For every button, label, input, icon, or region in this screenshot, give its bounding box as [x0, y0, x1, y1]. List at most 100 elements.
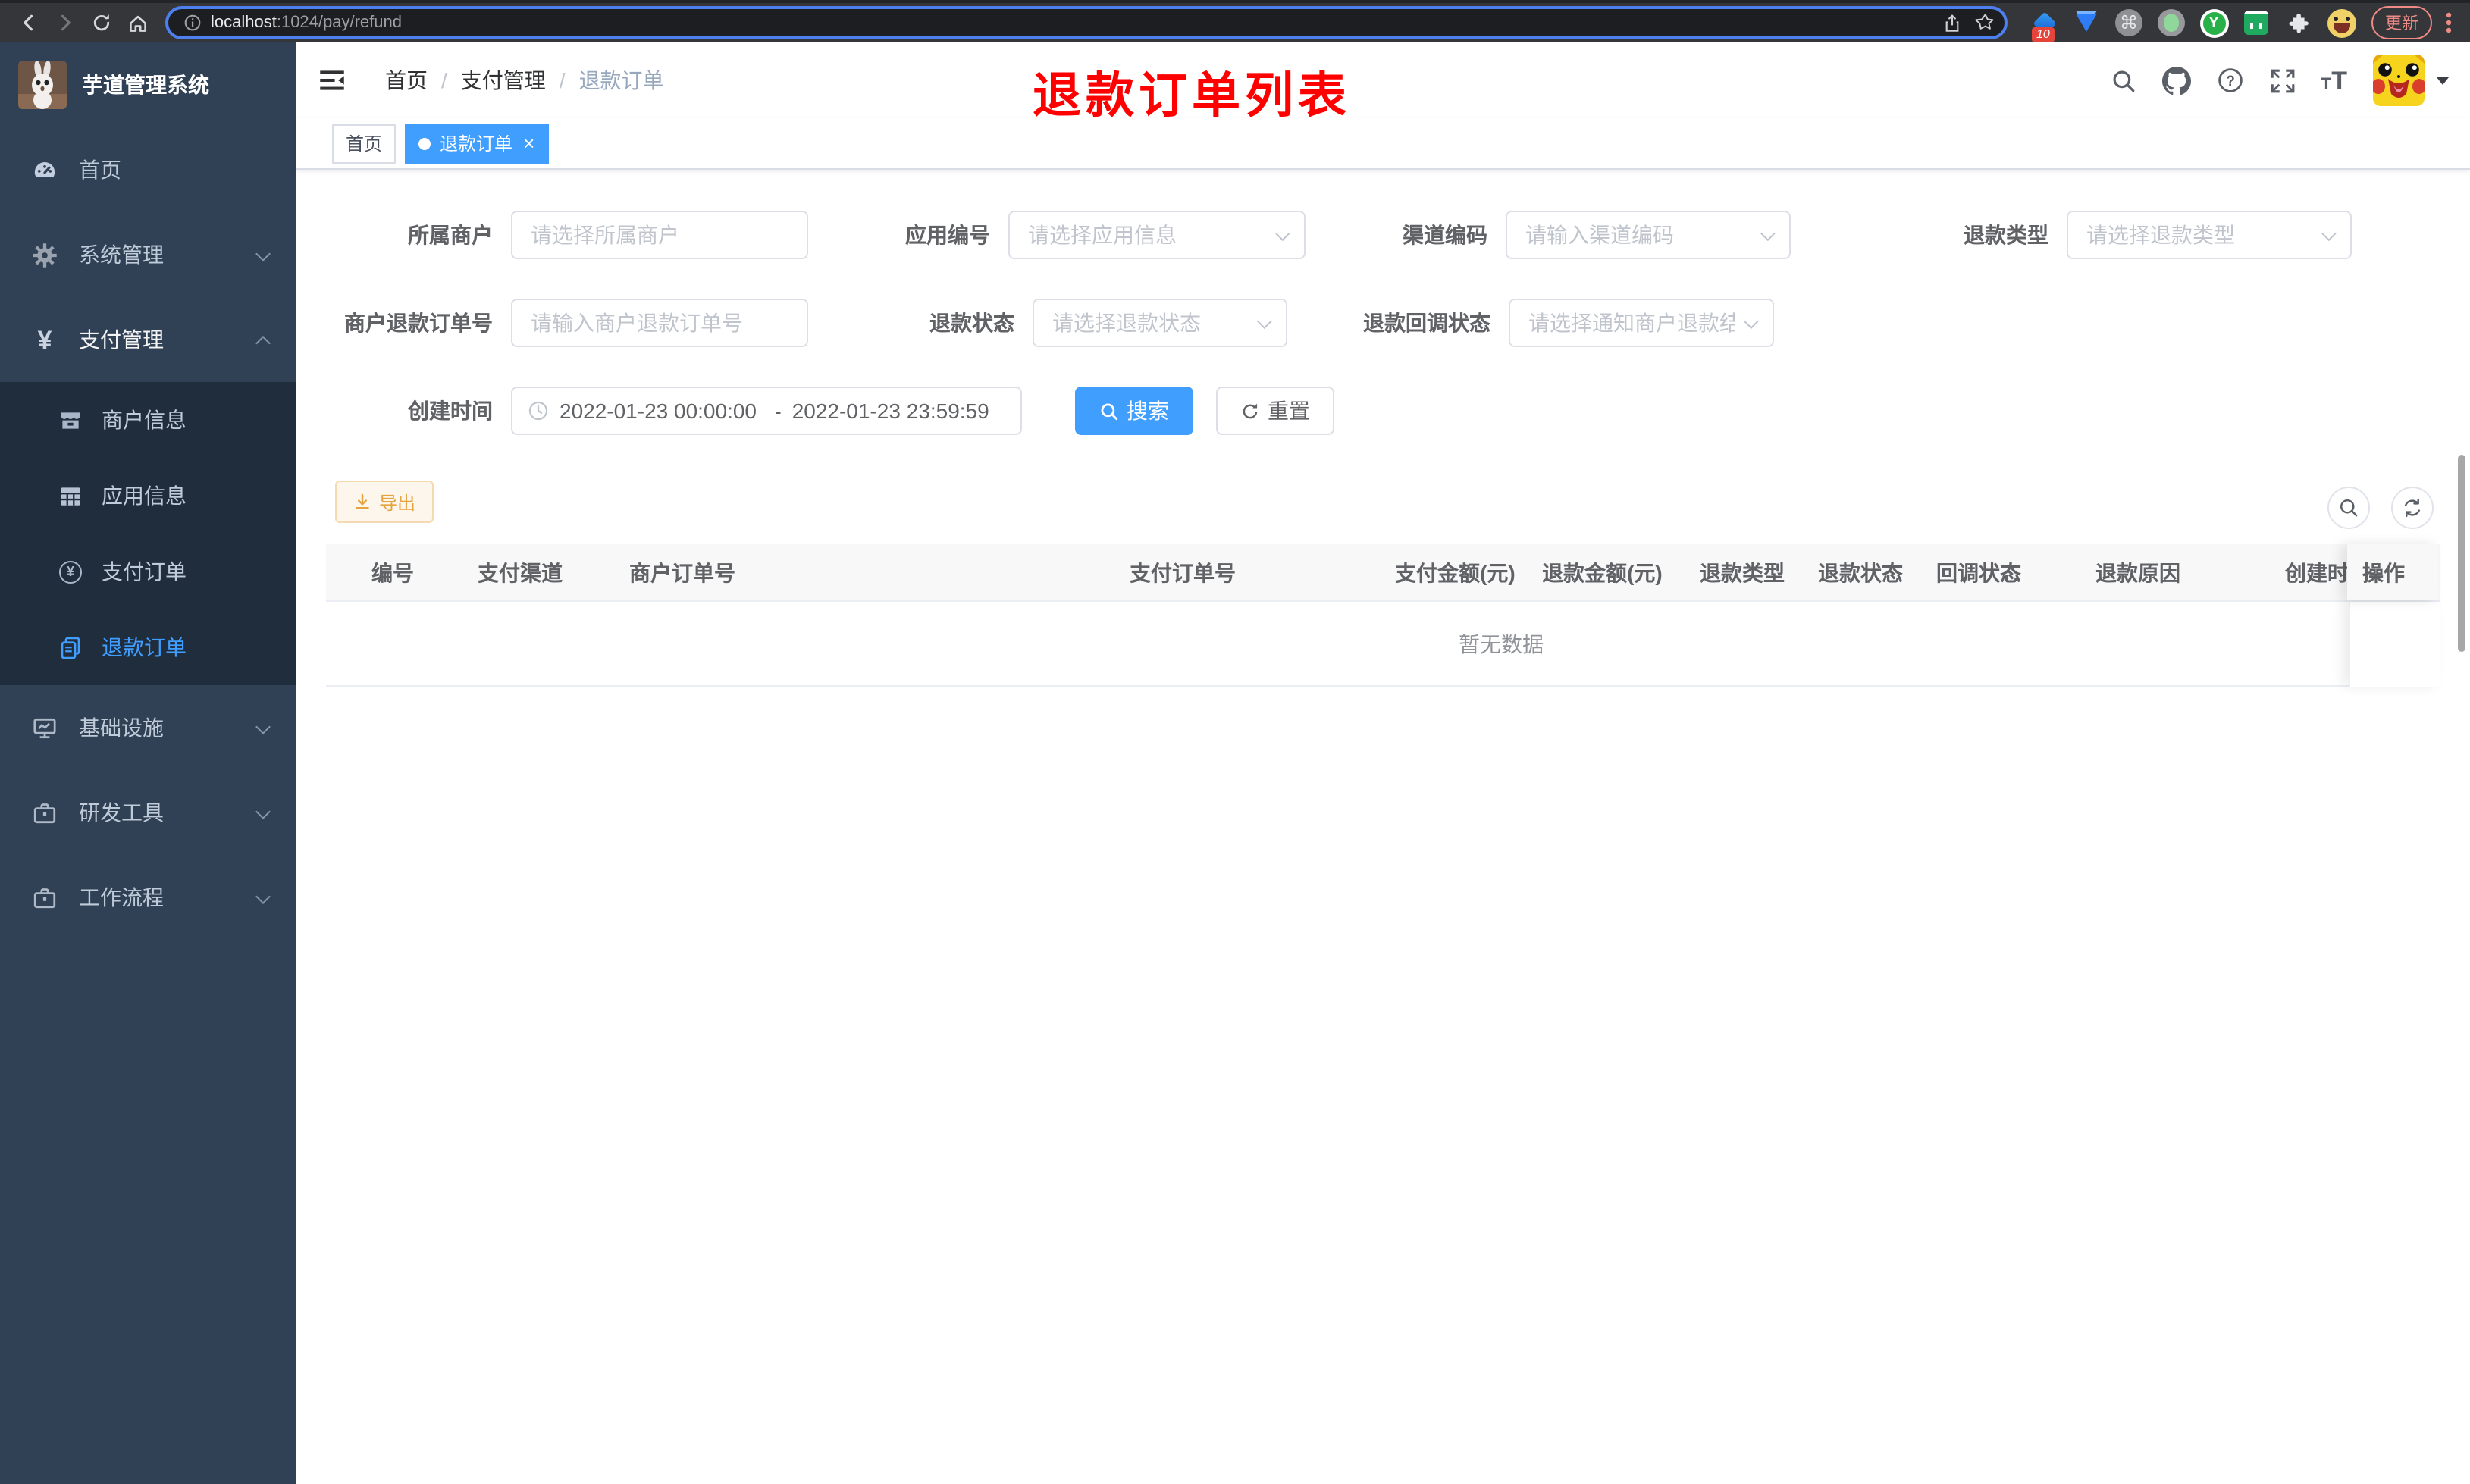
refund-type-select[interactable]: 请选择退款类型: [2067, 211, 2352, 259]
extension-badge: 10: [2032, 27, 2055, 42]
search-icon[interactable]: [2111, 67, 2136, 93]
merchant-input-field[interactable]: [531, 223, 788, 247]
breadcrumb-pay[interactable]: 支付管理: [461, 65, 546, 95]
breadcrumb-separator: /: [559, 68, 566, 92]
field-label: 退款回调状态: [1363, 311, 1490, 335]
toolbox-icon: [32, 800, 58, 825]
column-header-actions: 操作: [2347, 544, 2438, 600]
sidebar-item-label: 工作流程: [79, 885, 164, 909]
refund-table: 编号 支付渠道 商户订单号 支付订单号 支付金额(元) 退款金额(元) 退款类型…: [326, 544, 2440, 687]
extension-y-icon[interactable]: Y: [2199, 8, 2229, 38]
refund-document-icon: [58, 634, 83, 660]
breadcrumb-home[interactable]: 首页: [385, 65, 428, 95]
app-title: 芋道管理系统: [82, 73, 209, 97]
channel-select[interactable]: 请输入渠道编码: [1506, 211, 1791, 259]
url-bar[interactable]: localhost :1024/pay/refund: [165, 6, 2008, 39]
refresh-icon: [1240, 401, 1260, 421]
export-button[interactable]: 导出: [335, 481, 434, 523]
help-icon[interactable]: ?: [2217, 67, 2244, 94]
grid-icon: [58, 483, 83, 509]
date-range-picker[interactable]: 2022-01-23 00:00:00 - 2022-01-23 23:59:5…: [511, 387, 1022, 435]
page-title: 退款订单列表: [1033, 68, 1352, 123]
show-search-icon[interactable]: [2327, 487, 2370, 529]
browser-home-icon[interactable]: [120, 6, 156, 39]
bookmark-star-icon[interactable]: [1974, 12, 1995, 33]
extension-recorder-icon[interactable]: [2156, 8, 2186, 38]
filter-refund-type: 退款类型 请选择退款类型: [1885, 211, 2352, 259]
column-header: 编号: [371, 560, 414, 584]
chevron-down-icon: [255, 719, 271, 734]
merchant-refund-no-input[interactable]: [511, 299, 808, 347]
browser-forward-icon[interactable]: [47, 6, 83, 39]
browser-menu-icon[interactable]: [2438, 11, 2459, 35]
extension-chat-icon[interactable]: [2241, 8, 2271, 38]
sidebar-item-label: 商户信息: [102, 408, 187, 432]
tag-home[interactable]: 首页: [332, 124, 397, 163]
field-label: 退款类型: [1964, 223, 2048, 247]
page-content: 所属商户 应用编号 请选择应用信息 渠道编码: [296, 170, 2470, 1484]
sidebar-item-merchant-info[interactable]: 商户信息: [0, 382, 296, 458]
extension-command-icon[interactable]: ⌘: [2114, 8, 2144, 38]
font-size-icon[interactable]: TT: [2321, 67, 2347, 93]
browser-back-icon[interactable]: [11, 6, 47, 39]
sidebar-item-infra[interactable]: 基础设施: [0, 685, 296, 770]
field-label: 应用编号: [905, 223, 990, 247]
breadcrumb-current: 退款订单: [578, 68, 664, 92]
column-header: 退款金额(元): [1542, 560, 1663, 584]
url-host: localhost: [211, 14, 277, 32]
logo-rabbit-image: [18, 61, 67, 109]
sidebar-item-devtools[interactable]: 研发工具: [0, 770, 296, 855]
sidebar-item-refund-order[interactable]: 退款订单: [0, 609, 296, 685]
sidebar-item-pay-order[interactable]: ¥ 支付订单: [0, 534, 296, 609]
close-icon[interactable]: ×: [523, 133, 534, 153]
extension-pinned-icon[interactable]: 10: [2029, 8, 2059, 42]
chevron-down-icon: [1760, 225, 1776, 241]
app-select[interactable]: 请选择应用信息: [1008, 211, 1306, 259]
sidebar-item-home[interactable]: 首页: [0, 127, 296, 212]
merchant-input[interactable]: [511, 211, 808, 259]
extension-emoji-icon[interactable]: [2326, 8, 2356, 38]
sidebar-item-label: 支付订单: [102, 559, 187, 584]
chevron-down-icon: [255, 246, 271, 261]
extension-row: 10 ⌘ Y: [2029, 8, 2356, 42]
navbar: 首页 / 支付管理 / 退款订单 ? T T: [296, 42, 2470, 118]
screen: localhost :1024/pay/refund 10 ⌘ Y 更新 芋道管…: [0, 0, 2470, 1484]
field-label: 创建时间: [408, 399, 493, 423]
sidebar-item-label: 基础设施: [79, 715, 164, 740]
github-icon[interactable]: [2161, 66, 2191, 95]
user-menu[interactable]: [2373, 55, 2449, 106]
column-header: 退款类型: [1700, 560, 1785, 584]
sidebar-item-system[interactable]: 系统管理: [0, 212, 296, 297]
filter-row-2: 商户退款订单号 退款状态 请选择退款状态 退款回调状态: [296, 299, 2470, 347]
sidebar-item-app-info[interactable]: 应用信息: [0, 458, 296, 534]
merchant-refund-no-field[interactable]: [531, 311, 788, 335]
share-icon[interactable]: [1942, 13, 1962, 33]
filter-row-3: 创建时间 2022-01-23 00:00:00 - 2022-01-23 23…: [296, 387, 2470, 435]
column-header: 支付金额(元): [1395, 560, 1516, 584]
browser-reload-icon[interactable]: [83, 6, 120, 39]
scrollbar-thumb[interactable]: [2458, 455, 2465, 652]
tag-label: 退款订单: [440, 133, 513, 155]
refund-status-select[interactable]: 请选择退款状态: [1033, 299, 1287, 347]
search-button[interactable]: 搜索: [1075, 387, 1193, 435]
tag-refund-order[interactable]: 退款订单 ×: [405, 124, 549, 163]
site-info-icon[interactable]: [183, 14, 202, 32]
notify-status-select[interactable]: 请选择通知商户退款结果: [1509, 299, 1774, 347]
field-label: 商户退款订单号: [344, 311, 493, 335]
sidebar-item-workflow[interactable]: 工作流程: [0, 855, 296, 940]
column-header: 支付渠道: [478, 560, 563, 584]
column-header: 回调状态: [1936, 560, 2021, 584]
date-start-value: 2022-01-23 00:00:00: [560, 399, 757, 423]
tags-view: 首页 退款订单 ×: [296, 118, 2470, 170]
column-header: 退款状态: [1818, 560, 1903, 584]
extensions-puzzle-icon[interactable]: [2283, 8, 2314, 38]
browser-update-button[interactable]: 更新: [2371, 6, 2432, 39]
app-logo[interactable]: 芋道管理系统: [0, 42, 296, 127]
sidebar-fold-icon[interactable]: [318, 67, 346, 94]
sidebar-item-pay[interactable]: ¥ 支付管理: [0, 297, 296, 382]
refresh-table-icon[interactable]: [2391, 487, 2434, 529]
fullscreen-icon[interactable]: [2270, 67, 2296, 93]
reset-button[interactable]: 重置: [1216, 387, 1334, 435]
filter-row-1: 所属商户 应用编号 请选择应用信息 渠道编码: [296, 211, 2470, 259]
extension-gem-icon[interactable]: [2071, 8, 2102, 38]
